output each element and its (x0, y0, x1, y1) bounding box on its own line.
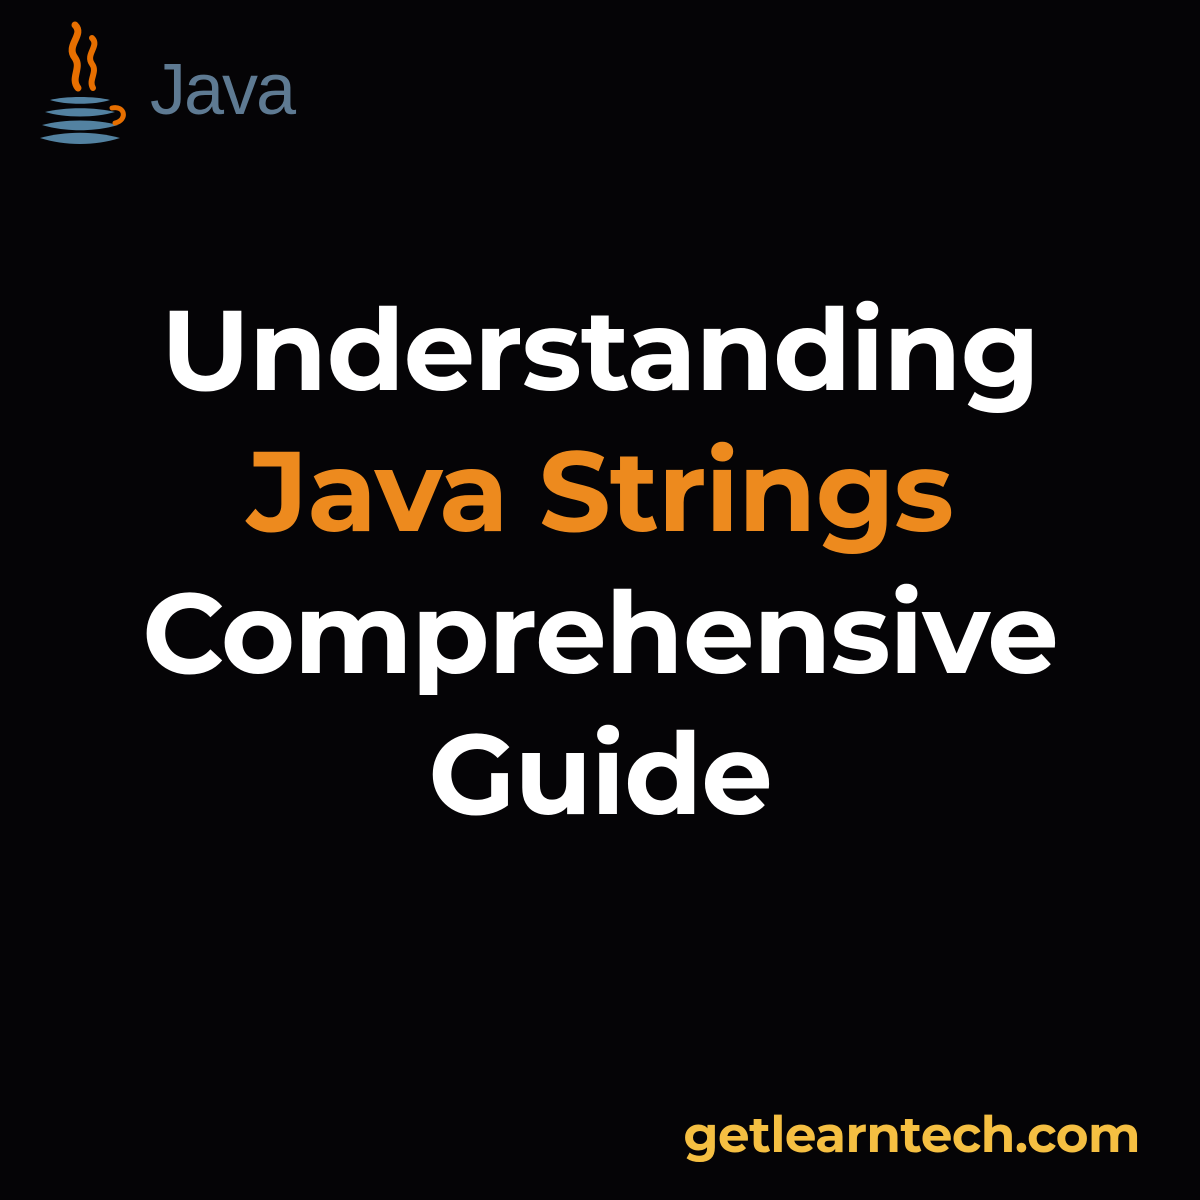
java-logo-text: Java (150, 49, 294, 131)
page-title: Understanding Java Strings Comprehensive… (60, 280, 1140, 845)
title-line-1: Understanding (60, 280, 1140, 421)
title-line-3: Comprehensive (60, 563, 1140, 704)
footer-website-url: getlearntech.com (684, 1104, 1140, 1165)
java-logo-container: Java (30, 20, 294, 160)
java-cup-icon (30, 20, 130, 160)
title-line-4: Guide (60, 704, 1140, 845)
title-line-2: Java Strings (60, 421, 1140, 562)
